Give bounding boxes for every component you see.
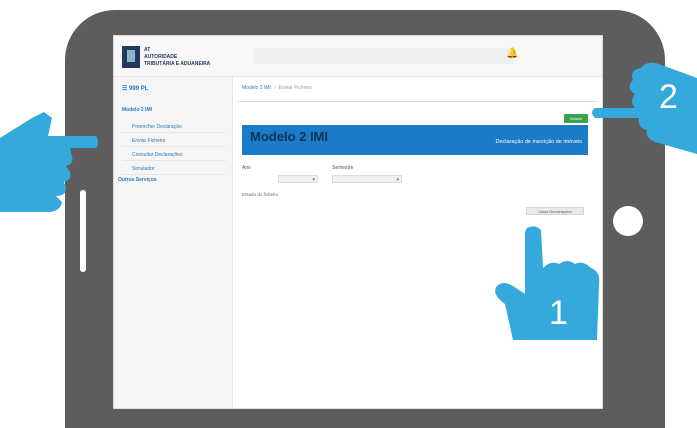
pointing-hand-2-icon: 2 xyxy=(592,62,697,154)
logo-line: TRIBUTÁRIA E ADUANEIRA xyxy=(144,61,211,67)
logo-text: AT AUTORIDADE TRIBUTÁRIA E ADUANEIRA xyxy=(144,47,210,67)
search-input[interactable] xyxy=(254,48,514,64)
sidebar-group-modelo2[interactable]: Modelo 2 IMI xyxy=(122,107,152,113)
at-logo-icon xyxy=(122,46,140,68)
page-title: Modelo 2 IMI xyxy=(250,129,328,144)
ano-label: Ano xyxy=(242,165,251,171)
sidebar-user[interactable]: ☰ 999 PL xyxy=(122,85,148,92)
breadcrumb-link[interactable]: Modelo 2 IMI xyxy=(242,85,271,91)
divider xyxy=(238,101,598,102)
top-bar: AT AUTORIDADE TRIBUTÁRIA E ADUANEIRA 🔔 xyxy=(114,36,602,77)
sidebar-item-enviar[interactable]: Enviar Ficheiro xyxy=(122,135,226,147)
tablet-screen: AT AUTORIDADE TRIBUTÁRIA E ADUANEIRA 🔔 ☰… xyxy=(113,35,603,409)
status-text: Estado do ficheiro xyxy=(242,192,279,197)
pointing-hand-1-icon: 1 xyxy=(495,226,600,340)
pointing-hand-left-icon xyxy=(0,112,98,212)
logo-line: AUTORIDADE xyxy=(144,54,178,60)
sidebar-item-preencher[interactable]: Preencher Declaração xyxy=(122,121,226,133)
at-logo: AT AUTORIDADE TRIBUTÁRIA E ADUANEIRA xyxy=(122,44,212,70)
tablet-home-button xyxy=(613,206,643,236)
sidebar-item-outros[interactable]: Outros Serviços xyxy=(118,177,157,183)
logo-line: AT xyxy=(144,47,151,53)
sidebar-item-consultar[interactable]: Consultar Declarações xyxy=(122,149,226,161)
bell-icon[interactable]: 🔔 xyxy=(506,48,518,59)
ano-select[interactable]: ▾ xyxy=(278,175,318,183)
page-subtitle: Declaração de inscrição de imóveis xyxy=(495,139,582,145)
sidebar: ☰ 999 PL Modelo 2 IMI Preencher Declaraç… xyxy=(114,77,233,408)
semestre-label: Semestre xyxy=(332,165,354,171)
hand-number-1: 1 xyxy=(549,294,568,332)
sidebar-item-simulador[interactable]: Simulador xyxy=(122,163,226,175)
hand-number-2: 2 xyxy=(659,78,678,116)
breadcrumb-current: Enviar Ficheiro xyxy=(278,85,312,91)
semestre-select[interactable]: ▾ xyxy=(332,175,402,183)
list-declarations-button[interactable]: Listar Declarações xyxy=(526,207,584,215)
page-banner: Modelo 2 IMI Declaração de inscrição de … xyxy=(242,125,588,155)
breadcrumb: Modelo 2 IMI › Enviar Ficheiro xyxy=(242,85,312,91)
